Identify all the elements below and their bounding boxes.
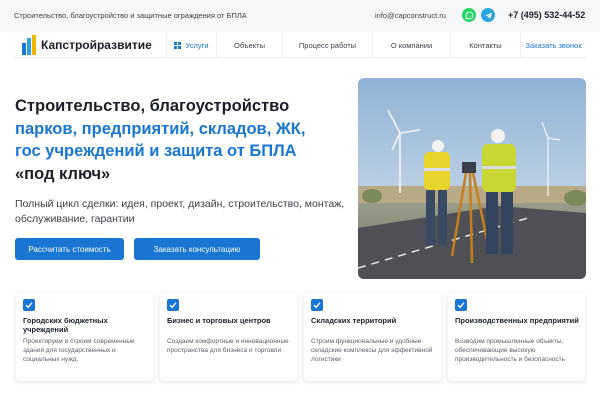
service-card-business[interactable]: Бизнес и торговых центров Создаем комфор… bbox=[160, 293, 297, 381]
checkbox-icon bbox=[23, 299, 35, 311]
card-description: Возводим промышленные объекты, обеспечив… bbox=[455, 338, 566, 363]
card-title: Городских бюджетных учреждений bbox=[23, 316, 108, 334]
nav-item-label: Услуги bbox=[185, 40, 209, 50]
email-link[interactable]: info@capconstruct.ru bbox=[375, 11, 446, 20]
nav-item-contacts[interactable]: Контакты bbox=[450, 32, 520, 58]
card-description: Строим функциональные и удобные складски… bbox=[311, 338, 433, 363]
nav-item-about[interactable]: О компании bbox=[372, 32, 450, 58]
main-nav: Капстройразвитие Услуги Объекты Процесс … bbox=[14, 32, 586, 58]
hero-title-line2: парков, предприятий, складов, ЖК, bbox=[15, 119, 306, 138]
order-consultation-button[interactable]: Заказать консультацию bbox=[134, 238, 260, 260]
calculate-cost-button[interactable]: Рассчитать стоимость bbox=[15, 238, 124, 260]
checkbox-icon bbox=[167, 299, 179, 311]
phone-number[interactable]: +7 (495) 532-44-52 bbox=[508, 10, 585, 20]
hero-subtitle: Полный цикл сделки: идея, проект, дизайн… bbox=[15, 198, 345, 225]
card-description: Проектируем и строим современные здания … bbox=[23, 338, 135, 363]
nav-item-label: Объекты bbox=[234, 40, 265, 50]
nav-item-uslugi[interactable]: Услуги bbox=[166, 32, 216, 58]
card-description: Создаем комфортные и инновационные прост… bbox=[167, 338, 289, 354]
card-title: Бизнес и торговых центров bbox=[167, 316, 271, 325]
grid-icon bbox=[174, 41, 182, 49]
hero-title-line1: Строительство, благоустройство bbox=[15, 97, 290, 115]
nav-item-process[interactable]: Процесс работы bbox=[282, 32, 372, 58]
service-card-budget[interactable]: Городских бюджетных учреждений Проектиру… bbox=[16, 293, 153, 381]
telegram-icon[interactable] bbox=[481, 8, 495, 22]
checkbox-icon bbox=[311, 299, 323, 311]
hero-title-line3: гос учреждений и защита от БПЛА bbox=[15, 142, 297, 160]
card-title: Складских территорий bbox=[311, 316, 397, 325]
order-call-button[interactable]: Заказать звонок bbox=[520, 32, 586, 58]
hero-title-line4: «под ключ» bbox=[15, 164, 111, 183]
logo-icon bbox=[22, 35, 36, 55]
hero-title: Строительство, благоустройство парков, п… bbox=[15, 95, 355, 185]
service-card-industrial[interactable]: Производственных предприятий Возводим пр… bbox=[448, 293, 585, 381]
service-card-warehouse[interactable]: Складских территорий Строим функциональн… bbox=[304, 293, 441, 381]
card-title: Производственных предприятий bbox=[455, 316, 579, 325]
whatsapp-icon[interactable] bbox=[462, 8, 476, 22]
tagline: Строительство, благоустройство и защитны… bbox=[14, 11, 247, 20]
checkbox-icon bbox=[455, 299, 467, 311]
top-bar: Строительство, благоустройство и защитны… bbox=[0, 0, 600, 32]
nav-item-label: Контакты bbox=[469, 40, 502, 50]
nav-item-obekty[interactable]: Объекты bbox=[216, 32, 282, 58]
nav-item-label: О компании bbox=[390, 40, 433, 50]
hero-photo-surveyors bbox=[358, 78, 586, 279]
logo-text[interactable]: Капстройразвитие bbox=[41, 38, 152, 52]
nav-item-label: Процесс работы bbox=[298, 40, 357, 50]
